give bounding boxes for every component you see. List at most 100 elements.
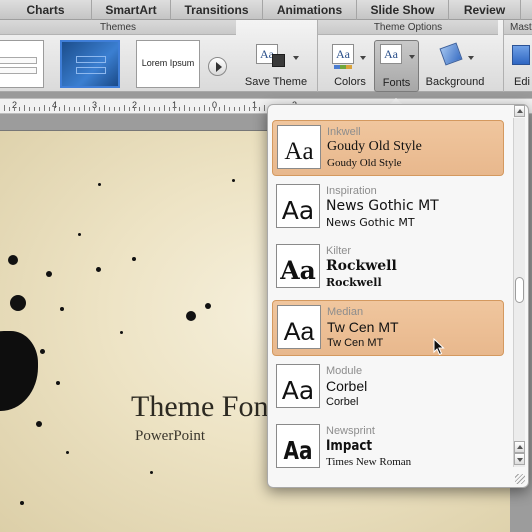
ruler-tick [89, 107, 90, 111]
scroll-up-button[interactable] [514, 105, 525, 117]
ink-splat [98, 183, 101, 186]
body-font-name: News Gothic MT [326, 216, 415, 229]
edit-master-button[interactable]: Edi [506, 40, 532, 90]
theme-thumbnail-office[interactable] [0, 40, 44, 88]
body-font-name: Goudy Old Style [327, 157, 402, 169]
slide-title[interactable]: Theme Fonts [131, 390, 289, 424]
ruler-tick [154, 107, 155, 111]
font-preview-box: Aa [276, 244, 320, 288]
heading-font-name: Rockwell [326, 258, 397, 274]
font-theme-item-inkwell[interactable]: Aa Inkwell Goudy Old Style Goudy Old Sty… [272, 120, 504, 176]
font-theme-name: Inspiration [326, 185, 377, 197]
theme-thumbnail-blue[interactable] [60, 40, 120, 88]
slide-subtitle[interactable]: PowerPoint [135, 428, 205, 445]
font-theme-name: Inkwell [327, 126, 361, 138]
ruler-tick [184, 105, 185, 111]
background-button[interactable]: Background [422, 40, 488, 90]
font-theme-item-median[interactable]: Aa Median Tw Cen MT Tw Cen MT [272, 300, 504, 356]
scroll-down-button[interactable] [514, 453, 525, 465]
font-theme-item-inspiration[interactable]: Aa Inspiration News Gothic MT News Gothi… [272, 180, 504, 236]
font-theme-item-module[interactable]: Aa Module Corbel Corbel [272, 360, 504, 416]
ink-splat [56, 381, 60, 385]
ruler-tick [214, 107, 215, 111]
ruler-tick [4, 105, 5, 111]
ruler-tick [114, 107, 115, 111]
group-separator [503, 20, 504, 92]
ruler-tick [74, 107, 75, 111]
heading-font-name: Tw Cen MT [327, 319, 399, 335]
save-theme-button[interactable]: Aa Save Theme [244, 40, 308, 90]
group-header-theme-options: Theme Options [318, 20, 498, 35]
font-theme-name: Median [327, 306, 364, 318]
ink-splat [186, 311, 196, 321]
save-theme-label: Save Theme [244, 76, 308, 88]
tab-charts[interactable]: Charts [0, 0, 92, 20]
ruler-tick [254, 107, 255, 111]
font-theme-name: Module [326, 365, 363, 377]
ink-splat [10, 295, 26, 311]
edit-master-label: Edi [514, 76, 530, 88]
theme-thumbnail-lorem[interactable]: Lorem Ipsum [136, 40, 200, 88]
tab-slide-show[interactable]: Slide Show [357, 0, 449, 20]
font-theme-item-kilter[interactable]: Aa Kilter Rockwell Rockwell [272, 240, 504, 296]
ruler-tick [179, 107, 180, 111]
ruler-tick [244, 105, 245, 111]
colors-button[interactable]: Aa Colors [328, 40, 372, 90]
ruler-tick [229, 107, 230, 111]
body-font-name: Tw Cen MT [327, 337, 384, 349]
ribbon-tab-bar: Charts SmartArt Transitions Animations S… [0, 0, 532, 20]
ruler-tick [59, 107, 60, 111]
ruler-tick [174, 107, 175, 111]
ink-splat [46, 271, 52, 277]
font-preview-box: Aa [277, 125, 321, 169]
tab-review[interactable]: Review [449, 0, 521, 20]
ruler-tick [239, 107, 240, 111]
ruler-tick [224, 105, 225, 111]
ruler-tick [54, 107, 55, 111]
ink-splat [132, 257, 136, 261]
ink-splat [150, 471, 153, 474]
ruler-tick [159, 107, 160, 111]
group-header-themes: Themes [0, 20, 236, 35]
ruler-tick [119, 107, 120, 111]
ruler-tick [44, 105, 45, 111]
tab-animations[interactable]: Animations [263, 0, 357, 20]
resize-grip-icon[interactable] [515, 474, 525, 484]
scrollbar-thumb[interactable] [515, 277, 524, 303]
font-preview-box: Aa [276, 424, 320, 468]
ruler-tick [84, 105, 85, 111]
floppy-disk-icon [272, 54, 285, 67]
font-theme-name: Newsprint [326, 425, 375, 437]
dropdown-caret-icon [468, 56, 474, 60]
ruler-tick [139, 107, 140, 111]
ruler-tick [199, 107, 200, 111]
ruler-tick [104, 105, 105, 111]
tab-transitions[interactable]: Transitions [171, 0, 263, 20]
fonts-button[interactable]: Aa Fonts [374, 40, 419, 92]
theme-fonts-dropdown: Aa Inkwell Goudy Old Style Goudy Old Sty… [267, 104, 529, 488]
font-preview-box: Aa [277, 305, 321, 349]
ruler-tick [249, 107, 250, 111]
ruler-tick [99, 107, 100, 111]
tab-smartart[interactable]: SmartArt [92, 0, 171, 20]
dropdown-caret-icon [360, 56, 366, 60]
heading-font-name: Corbel [326, 378, 368, 394]
scroll-up-button[interactable] [514, 441, 525, 453]
ink-splat [120, 331, 123, 334]
color-swatch-strip [334, 65, 352, 69]
ruler-tick [64, 105, 65, 111]
ribbon: Themes Theme Options Mast Lorem Ipsum Aa… [0, 20, 532, 92]
body-font-name: Corbel [326, 396, 359, 408]
dropdown-caret-icon [409, 55, 415, 59]
chevron-right-icon[interactable] [208, 57, 227, 76]
ruler-tick [144, 105, 145, 111]
powerpoint-window: Charts SmartArt Transitions Animations S… [0, 0, 532, 532]
font-theme-item-newsprint[interactable]: Aa Newsprint Impact Times New Roman [272, 420, 504, 472]
ruler-tick [29, 107, 30, 111]
ruler-tick [79, 107, 80, 111]
group-separator [317, 20, 318, 92]
ink-splat [96, 267, 101, 272]
ink-splat [20, 501, 24, 505]
ruler-tick [169, 107, 170, 111]
mouse-pointer-icon [433, 338, 445, 356]
